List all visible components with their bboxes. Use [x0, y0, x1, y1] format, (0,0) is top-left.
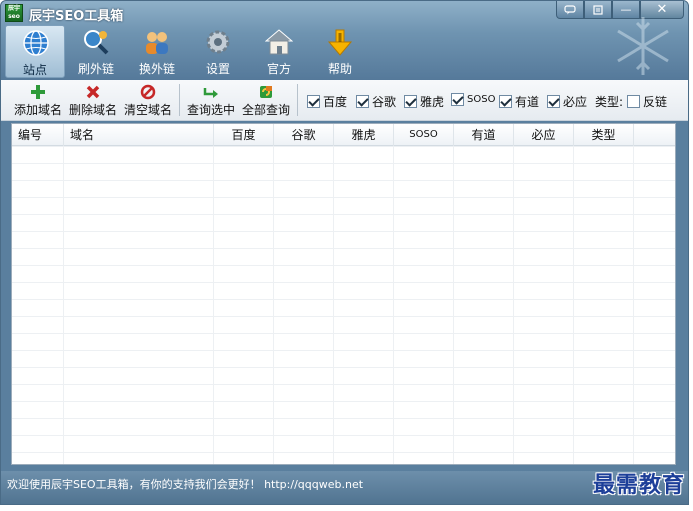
- nav-item-official[interactable]: 官方: [249, 25, 309, 78]
- checkbox-youdao[interactable]: 有道: [499, 93, 539, 110]
- grid-line: [393, 146, 394, 464]
- checkbox-box[interactable]: [404, 95, 417, 108]
- add-domain-label: 添加域名: [13, 103, 62, 117]
- users-exchange-icon: [146, 32, 168, 54]
- checkbox-box[interactable]: [356, 95, 369, 108]
- help-arrow-icon: [327, 29, 353, 56]
- nav-label: 换外链: [138, 62, 175, 76]
- checkbox-label: 有道: [515, 95, 540, 109]
- nav-item-brush-links[interactable]: 刷外链: [66, 25, 126, 78]
- column-header-youdao[interactable]: 有道: [454, 124, 514, 146]
- query-all-button[interactable]: 全部查询: [240, 82, 292, 118]
- checkbox-label: 百度: [323, 95, 348, 109]
- checkbox-box[interactable]: [547, 95, 560, 108]
- checkbox-soso[interactable]: SOSO: [451, 93, 495, 106]
- nav-label: 帮助: [327, 62, 352, 76]
- refresh-icon: [260, 86, 272, 98]
- nav-label: 设置: [205, 62, 230, 76]
- delete-icon: [86, 85, 100, 99]
- checkbox-backlink[interactable]: 反链: [627, 93, 667, 110]
- checkbox-label: 必应: [563, 95, 588, 109]
- query-selected-label: 查询选中: [186, 103, 235, 117]
- grid-line: [633, 146, 634, 464]
- chat-icon[interactable]: [556, 1, 584, 19]
- checkbox-box[interactable]: [627, 95, 640, 108]
- app-window: 辰宇 seo 辰宇SEO工具箱 — ✕ 站点 刷外链 换外链 设置 官方 帮助 …: [0, 0, 689, 505]
- add-domain-button[interactable]: 添加域名: [12, 82, 64, 118]
- grid-line: [213, 146, 214, 464]
- watermark: 最需教育: [592, 472, 685, 498]
- toolbar-separator: [297, 84, 298, 116]
- grid-line: [573, 146, 574, 464]
- checkbox-box[interactable]: [307, 95, 320, 108]
- nav-label: 站点: [22, 63, 47, 77]
- snowflake-icon: [617, 17, 669, 75]
- table-body[interactable]: [12, 146, 675, 464]
- toolbar: 添加域名 删除域名 清空域名 查询选中 全部查询 百度 谷歌 雅虎 SOSO 有…: [1, 80, 688, 121]
- header: 辰宇 seo 辰宇SEO工具箱 — ✕ 站点 刷外链 换外链 设置 官方 帮助: [1, 1, 688, 80]
- grid-line: [63, 146, 64, 464]
- column-header-filler: [634, 124, 675, 146]
- query-selected-button[interactable]: 查询选中: [185, 82, 237, 118]
- checkbox-baidu[interactable]: 百度: [307, 93, 347, 110]
- globe-icon: [23, 30, 49, 56]
- nav-item-exchange-links[interactable]: 换外链: [127, 25, 187, 78]
- window-title: 辰宇SEO工具箱: [29, 9, 124, 24]
- checkbox-label: 雅虎: [420, 95, 445, 109]
- checkbox-box[interactable]: [499, 95, 512, 108]
- nav-label: 官方: [266, 62, 291, 76]
- delete-domain-button[interactable]: 删除域名: [67, 82, 119, 118]
- grid-line: [273, 146, 274, 464]
- grid-line: [513, 146, 514, 464]
- toolbar-separator: [179, 84, 180, 116]
- home-icon: [265, 29, 293, 55]
- link-search-icon: [84, 30, 109, 55]
- checkbox-bing[interactable]: 必应: [547, 93, 587, 110]
- nav-item-site[interactable]: 站点: [5, 25, 65, 78]
- grid-line: [453, 146, 454, 464]
- arrow-right-icon: [203, 88, 218, 98]
- status-bar: 欢迎使用辰宇SEO工具箱，有你的支持我们会更好！ http://qqqweb.n…: [1, 471, 688, 504]
- nav-item-settings[interactable]: 设置: [188, 25, 248, 78]
- delete-domain-label: 删除域名: [68, 103, 117, 117]
- column-header-id[interactable]: 编号: [12, 124, 64, 146]
- nav-label: 刷外链: [77, 62, 114, 76]
- plus-icon: [31, 85, 45, 99]
- type-label: 类型:: [595, 95, 624, 109]
- app-logo: 辰宇 seo: [5, 4, 23, 22]
- checkbox-label: 反链: [643, 95, 668, 109]
- table-header: 编号 域名 百度 谷歌 雅虎 SOSO 有道 必应 类型: [12, 124, 675, 146]
- clear-domain-button[interactable]: 清空域名: [122, 82, 174, 118]
- main-nav: 站点 刷外链 换外链 设置 官方 帮助: [5, 25, 371, 78]
- checkbox-yahoo[interactable]: 雅虎: [404, 93, 444, 110]
- domain-table[interactable]: 编号 域名 百度 谷歌 雅虎 SOSO 有道 必应 类型: [11, 123, 676, 465]
- checkbox-label: 谷歌: [372, 95, 397, 109]
- checkbox-box[interactable]: [451, 93, 464, 106]
- column-header-type[interactable]: 类型: [574, 124, 634, 146]
- column-header-yahoo[interactable]: 雅虎: [334, 124, 394, 146]
- checkbox-label: SOSO: [467, 94, 496, 105]
- column-header-bing[interactable]: 必应: [514, 124, 574, 146]
- status-text: 欢迎使用辰宇SEO工具箱，有你的支持我们会更好！ http://qqqweb.n…: [7, 478, 364, 491]
- no-entry-icon: [140, 84, 156, 100]
- column-header-soso[interactable]: SOSO: [394, 124, 454, 146]
- nav-item-help[interactable]: 帮助: [310, 25, 370, 78]
- column-header-google[interactable]: 谷歌: [274, 124, 334, 146]
- clear-domain-label: 清空域名: [123, 103, 172, 117]
- column-header-baidu[interactable]: 百度: [214, 124, 274, 146]
- query-all-label: 全部查询: [241, 103, 290, 117]
- grid-line: [333, 146, 334, 464]
- checkbox-google[interactable]: 谷歌: [356, 93, 396, 110]
- gear-icon: [206, 30, 230, 54]
- column-header-domain[interactable]: 域名: [64, 124, 214, 146]
